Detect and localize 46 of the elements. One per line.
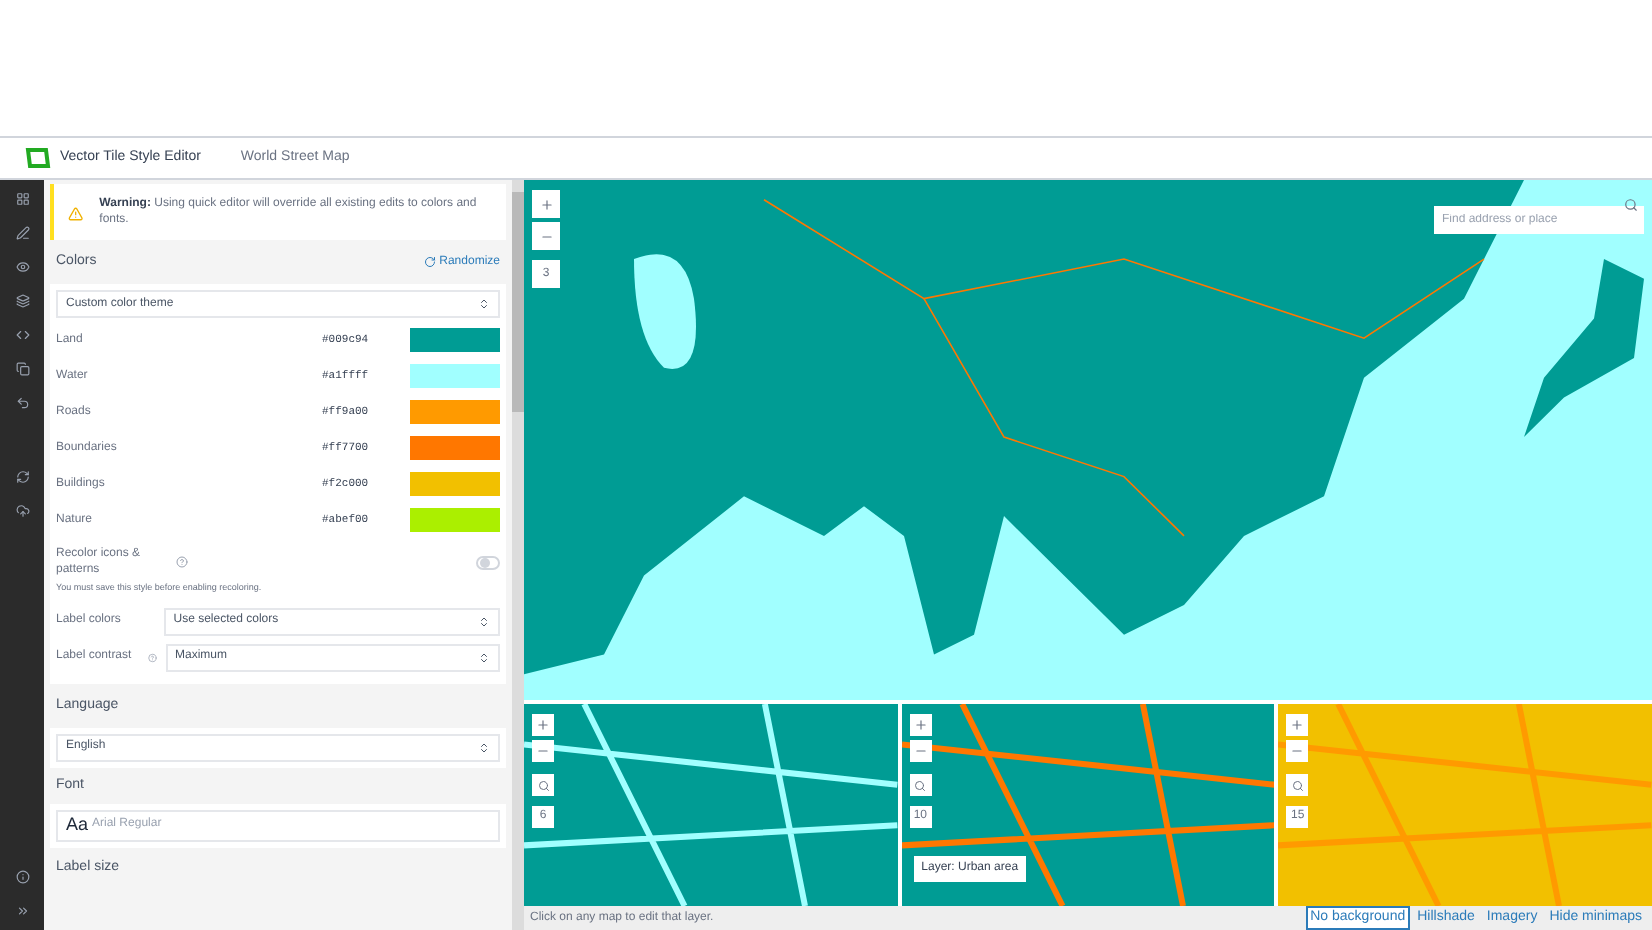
color-swatch[interactable] xyxy=(410,508,500,532)
logo-icon xyxy=(24,146,52,170)
tool-icon[interactable] xyxy=(15,294,29,308)
search-button[interactable] xyxy=(909,774,932,796)
search-icon[interactable] xyxy=(1624,197,1638,211)
plus-icon xyxy=(1290,718,1305,732)
tool-icon[interactable] xyxy=(15,260,29,274)
tool-icon[interactable] xyxy=(15,192,29,206)
upload-icon[interactable] xyxy=(15,504,29,518)
expand-icon[interactable] xyxy=(15,904,29,918)
recolor-toggle[interactable] xyxy=(476,555,500,569)
zoom-out-button[interactable] xyxy=(909,740,932,762)
plus-icon xyxy=(539,197,553,211)
color-swatch[interactable] xyxy=(410,472,500,496)
minus-icon xyxy=(536,744,550,758)
zoom-in-button[interactable] xyxy=(909,714,932,736)
zoom-in-button[interactable] xyxy=(532,190,560,218)
search-button[interactable] xyxy=(1286,774,1309,796)
tool-icon[interactable] xyxy=(15,396,29,410)
refresh-icon[interactable] xyxy=(15,470,29,484)
tool-icon[interactable] xyxy=(15,226,29,240)
color-swatch[interactable] xyxy=(410,364,500,388)
tool-icon[interactable] xyxy=(15,362,29,376)
zoom-out-button[interactable] xyxy=(532,740,554,762)
warning-icon xyxy=(68,206,84,222)
plus-icon xyxy=(913,718,928,732)
scrollbar[interactable] xyxy=(512,180,524,930)
zoom-in-button[interactable] xyxy=(1286,714,1309,736)
zoom-in-button[interactable] xyxy=(532,714,554,736)
zoom-out-button[interactable] xyxy=(1286,740,1309,762)
color-swatch[interactable] xyxy=(410,400,500,424)
minus-icon xyxy=(1290,744,1305,758)
info-icon[interactable] xyxy=(15,870,29,884)
refresh-icon xyxy=(423,256,436,268)
color-swatch[interactable] xyxy=(410,436,500,460)
minus-icon xyxy=(913,744,928,758)
tool-icon[interactable] xyxy=(15,328,29,342)
search-button[interactable] xyxy=(532,774,554,796)
search-icon xyxy=(537,779,549,791)
help-icon xyxy=(176,556,188,568)
zoom-out-button[interactable] xyxy=(532,222,560,250)
color-swatch[interactable] xyxy=(410,328,500,352)
search-icon xyxy=(1291,779,1304,791)
plus-icon xyxy=(536,718,550,732)
help-icon xyxy=(148,651,158,664)
search-icon xyxy=(914,779,927,791)
